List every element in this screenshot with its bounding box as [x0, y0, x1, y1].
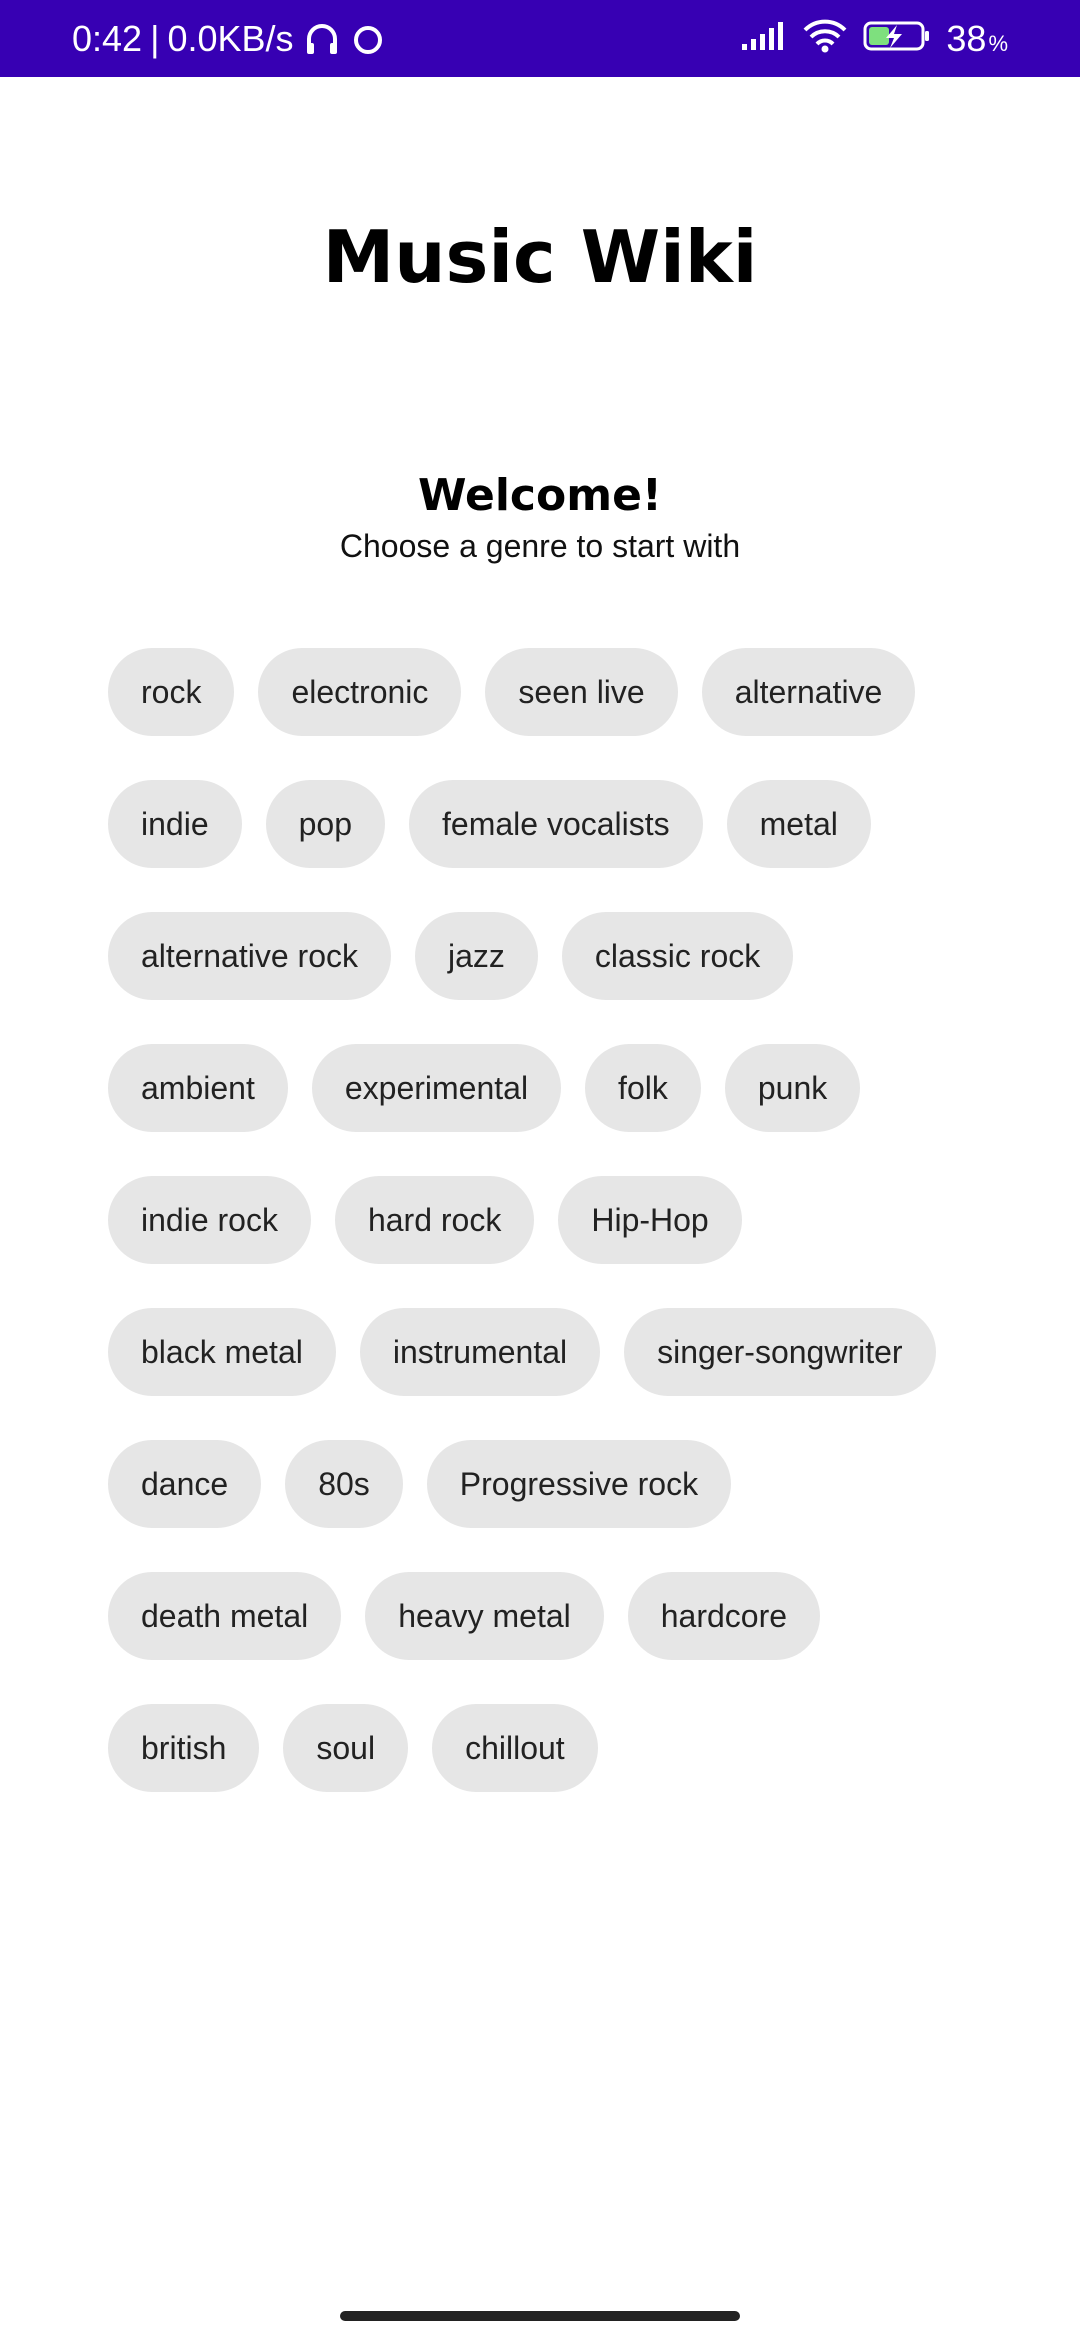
battery-unit: % [988, 30, 1008, 56]
status-bar: 0:42 | 0.0KB/s 38% [0, 0, 1080, 77]
welcome-subtitle: Choose a genre to start with [339, 528, 741, 564]
genre-chip[interactable]: indie [108, 780, 242, 868]
genre-chip[interactable]: metal [726, 780, 871, 868]
status-time: 0:42 [72, 17, 143, 59]
genre-chip[interactable]: experimental [311, 1044, 562, 1132]
battery-percentage: 38% [946, 18, 1008, 60]
genre-chip[interactable]: dance [108, 1440, 262, 1528]
genre-chip[interactable]: folk [585, 1044, 701, 1132]
genre-chip[interactable]: british [108, 1704, 260, 1792]
genre-chip[interactable]: pop [265, 780, 385, 868]
genre-chip[interactable]: hard rock [334, 1176, 535, 1264]
genre-chip[interactable]: punk [724, 1044, 861, 1132]
status-left: 0:42 | 0.0KB/s [72, 0, 386, 77]
network-speed: 0.0KB/s [167, 17, 294, 59]
genre-chip[interactable]: female vocalists [409, 780, 703, 868]
genre-chip[interactable]: Hip-Hop [558, 1176, 742, 1264]
welcome-title: Welcome! [418, 470, 662, 521]
genre-chip[interactable]: chillout [432, 1704, 598, 1792]
genre-chip[interactable]: rock [108, 648, 235, 736]
status-separator: | [150, 17, 160, 59]
genre-chip[interactable]: death metal [108, 1572, 342, 1660]
wifi-icon [802, 18, 848, 59]
signal-icon [740, 20, 788, 57]
genre-chip[interactable]: heavy metal [365, 1572, 604, 1660]
genre-chip[interactable]: alternative rock [108, 912, 391, 1000]
genre-chip[interactable]: instrumental [359, 1308, 601, 1396]
status-right: 38% [740, 0, 1008, 77]
genre-chip[interactable]: singer-songwriter [624, 1308, 936, 1396]
circle-notification-icon [350, 21, 386, 57]
genre-chip[interactable]: indie rock [108, 1176, 311, 1264]
gesture-navigation-bar[interactable] [340, 2311, 740, 2321]
headphones-icon [304, 21, 340, 57]
genre-chip[interactable]: soul [283, 1704, 409, 1792]
genre-chip[interactable]: Progressive rock [426, 1440, 732, 1528]
genre-chip[interactable]: jazz [414, 912, 538, 1000]
genre-chip[interactable]: ambient [108, 1044, 288, 1132]
genre-chip[interactable]: alternative [701, 648, 916, 736]
genre-chip[interactable]: hardcore [627, 1572, 821, 1660]
battery-charging-icon [862, 18, 932, 59]
genre-chip[interactable]: classic rock [561, 912, 794, 1000]
genre-chip-grid: rock electronic seen live alternative indie p… [108, 648, 988, 1792]
genre-chip[interactable]: black metal [108, 1308, 336, 1396]
genre-chip[interactable]: electronic [258, 648, 462, 736]
battery-level: 38 [946, 17, 987, 59]
app-title: Music Wiki [322, 215, 758, 299]
genre-chip[interactable]: 80s [285, 1440, 403, 1528]
genre-chip[interactable]: seen live [485, 648, 678, 736]
